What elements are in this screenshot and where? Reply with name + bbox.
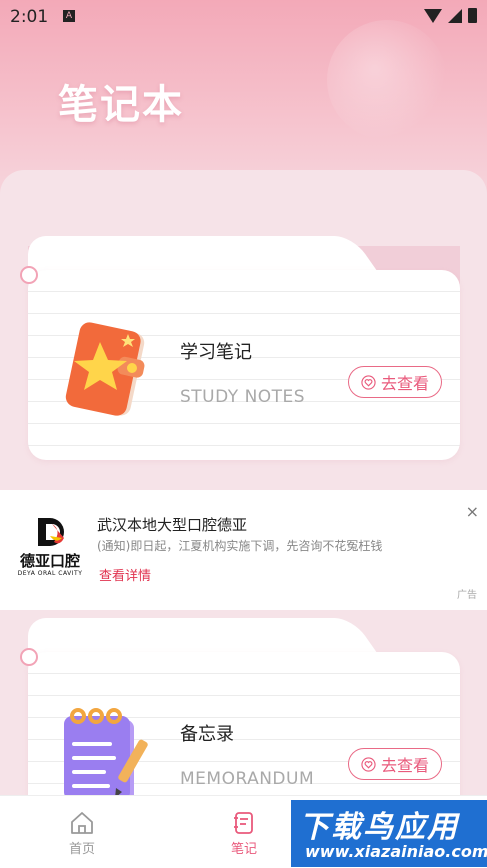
- main-content: 学习笔记 STUDY NOTES 去查看 备忘录 MEMORANDUM 去查看: [0, 170, 487, 812]
- binder-ring-icon: [20, 648, 38, 666]
- binder-ring-icon: [20, 266, 38, 284]
- notes-icon: [234, 812, 253, 834]
- ad-close-icon[interactable]: ×: [466, 502, 479, 521]
- card-title: 备忘录: [180, 724, 234, 745]
- dental-logo-icon: [38, 518, 64, 546]
- watermark-text: 下载鸟应用: [299, 810, 459, 845]
- page-title: 笔记本: [58, 82, 184, 128]
- battery-icon: [468, 8, 477, 23]
- ad-title: 武汉本地大型口腔德亚: [97, 516, 248, 534]
- heart-icon: [361, 374, 376, 390]
- nav-home[interactable]: 首页: [52, 810, 112, 857]
- status-bar: 2:01 A: [0, 0, 487, 34]
- heart-decoration: [327, 20, 447, 140]
- ad-logo-text: 德亚口腔: [19, 552, 80, 570]
- card-body: 学习笔记 STUDY NOTES 去查看: [20, 266, 460, 460]
- ad-details-link[interactable]: 查看详情: [99, 565, 151, 584]
- card-subtitle: STUDY NOTES: [180, 387, 306, 407]
- notification-icon: A: [63, 10, 75, 22]
- ad-description: (通知)即日起，江夏机构实施下调，先咨询不花冤枉钱: [97, 539, 383, 553]
- button-label: 去查看: [380, 374, 429, 393]
- card-body: 备忘录 MEMORANDUM 去查看: [20, 648, 460, 812]
- status-time: 2:01: [10, 7, 49, 27]
- view-study-notes-button[interactable]: 去查看: [348, 366, 442, 398]
- button-label: 去查看: [380, 756, 429, 775]
- ad-banner[interactable]: 德亚口腔 DEYA ORAL CAVITY 武汉本地大型口腔德亚 (通知)即日起…: [0, 490, 487, 610]
- card-subtitle: MEMORANDUM: [180, 769, 315, 789]
- watermark: 下载鸟应用 www.xiazainiao.com: [291, 800, 487, 867]
- heart-icon: [361, 756, 376, 772]
- nav-home-label: 首页: [68, 842, 95, 857]
- nav-notes-label: 笔记: [230, 842, 257, 857]
- nav-notes[interactable]: 笔记: [214, 810, 274, 857]
- signal-icon: [448, 8, 462, 23]
- view-memorandum-button[interactable]: 去查看: [348, 748, 442, 780]
- notebook-star-icon: [65, 322, 145, 416]
- card-title: 学习笔记: [180, 342, 252, 363]
- home-icon: [71, 812, 93, 834]
- ad-logo-subtext: DEYA ORAL CAVITY: [17, 570, 83, 577]
- watermark-url: www.xiazainiao.com: [305, 842, 487, 861]
- system-icons: [424, 8, 477, 23]
- ad-logo: 德亚口腔 DEYA ORAL CAVITY: [16, 516, 84, 580]
- ad-label: 广告: [457, 590, 477, 601]
- wifi-icon: [424, 8, 442, 23]
